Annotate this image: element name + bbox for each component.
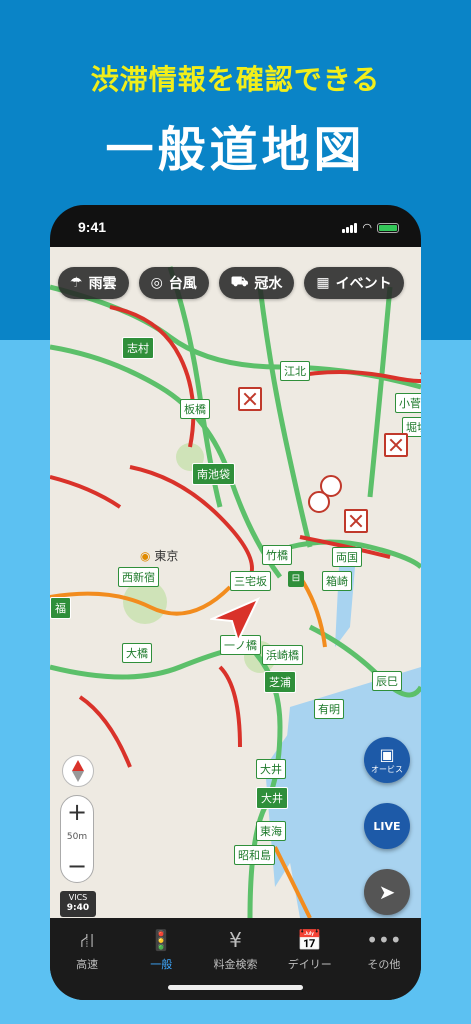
map-label-ariake[interactable]: 有明 <box>314 699 344 719</box>
typhoon-icon: ◎ <box>150 275 163 291</box>
road-closure-icon[interactable] <box>238 387 262 411</box>
zoom-in-button[interactable]: + <box>61 796 93 828</box>
live-label: LIVE <box>373 819 401 833</box>
chip-event[interactable]: ▦ イベント <box>304 267 404 299</box>
home-indicator <box>168 985 303 990</box>
map-label-kosuge[interactable]: 小菅 <box>395 393 421 413</box>
compass-icon[interactable] <box>62 755 94 787</box>
road-closure-icon[interactable] <box>344 509 368 533</box>
zoom-control: + 50m − <box>60 795 94 883</box>
calendar-icon: ▦ <box>316 275 330 291</box>
map-label-tokyo-text: 東京 <box>154 549 179 563</box>
tab-label: 高速 <box>76 958 99 971</box>
chip-label: イベント <box>335 276 392 292</box>
promo-subtitle: 渋滞情報を確認できる <box>90 63 381 96</box>
vics-badge: VICS 9:40 <box>60 891 96 917</box>
orbis-label: オービス <box>371 765 403 774</box>
map-label-takebashi[interactable]: 竹橋 <box>262 545 292 565</box>
map-label-tokai[interactable]: 東海 <box>256 821 286 841</box>
map-label-ikebukuro[interactable]: 南池袋 <box>192 463 235 485</box>
status-bar: 9:41 ◠ <box>50 205 421 247</box>
map-label-oi2[interactable]: 大井 <box>256 787 288 809</box>
more-icon: ••• <box>366 928 402 952</box>
chip-rain-cloud[interactable]: ☂ 雨雲 <box>58 267 129 299</box>
camera-icon: ▣ <box>379 745 395 764</box>
map-label-tokyo[interactable]: ◉ 東京 <box>140 547 178 564</box>
map-label-oi1[interactable]: 大井 <box>256 759 286 779</box>
flood-car-icon: ⛟ <box>230 274 249 290</box>
navigation-arrow-icon: ➤ <box>378 880 396 904</box>
chip-label: 台風 <box>168 276 197 292</box>
map-label-tatsumi[interactable]: 辰巳 <box>372 671 402 691</box>
tab-more[interactable]: ••• その他 <box>347 918 421 1000</box>
vics-update-time: 9:40 <box>66 903 90 913</box>
orbis-camera-button[interactable]: ▣ オービス <box>364 737 410 783</box>
map-label-ryogoku[interactable]: 両国 <box>332 547 362 567</box>
traffic-light-icon: 🚦 <box>148 928 174 952</box>
map-label-itabashi[interactable]: 板橋 <box>180 399 210 419</box>
wifi-icon: ◠ <box>362 222 372 234</box>
map-label-ohashi[interactable]: 大橋 <box>122 643 152 663</box>
calendar-clock-icon: 📅 <box>297 928 323 952</box>
map-label-sanzaka[interactable]: 三宅坂 <box>230 571 271 591</box>
chip-label: 冠水 <box>254 276 283 292</box>
tab-label: デイリー <box>287 958 332 971</box>
no-entry-icon[interactable] <box>308 491 330 513</box>
vics-brand: VICS <box>68 893 88 902</box>
status-icons: ◠ <box>342 221 399 234</box>
rain-cloud-icon: ☂ <box>70 275 83 291</box>
yen-icon: ¥ <box>229 928 242 952</box>
chip-flood[interactable]: ⛟ 冠水 <box>218 267 295 299</box>
station-marker-icon: ◉ <box>140 549 151 563</box>
map-scale-label: 50m <box>66 832 88 842</box>
road-closure-icon[interactable] <box>384 433 408 457</box>
battery-icon <box>377 222 399 233</box>
map-label-fuku[interactable]: 福 <box>50 597 71 619</box>
map-label-koto[interactable]: 江北 <box>280 361 310 381</box>
map-label-shibaura[interactable]: 芝浦 <box>264 671 296 693</box>
map-label-shimura[interactable]: 志村 <box>122 337 154 359</box>
chip-label: 雨雲 <box>88 276 117 292</box>
status-time: 9:41 <box>78 219 107 235</box>
map-label-nishishinjuku[interactable]: 西新宿 <box>118 567 159 587</box>
rail-station-icon: ⊟ <box>288 571 304 587</box>
map-label-hakozaki[interactable]: 箱崎 <box>322 571 352 591</box>
promo-title: 一般道地図 <box>105 122 366 178</box>
current-location-arrow-icon <box>210 597 260 643</box>
tab-highway[interactable]: ⛙ 高速 <box>50 918 124 1000</box>
zoom-out-button[interactable]: − <box>61 850 93 882</box>
signal-icon <box>342 222 358 233</box>
map-label-hamazakibashi[interactable]: 浜崎橋 <box>262 645 303 665</box>
live-camera-button[interactable]: LIVE <box>364 803 410 849</box>
tab-label: 料金検索 <box>213 958 258 971</box>
weather-chip-bar: ☂ 雨雲 ◎ 台風 ⛟ 冠水 ▦ イベント <box>58 267 404 299</box>
phone-frame: 9:41 ◠ ☂ 雨雲 ◎ 台風 ⛟ 冠水 ▦ イベント 志村 板橋 江北 小菅… <box>50 205 421 1000</box>
traffic-map[interactable]: ☂ 雨雲 ◎ 台風 ⛟ 冠水 ▦ イベント 志村 板橋 江北 小菅 堀切 南池袋… <box>50 247 421 918</box>
map-label-showajima[interactable]: 昭和島 <box>234 845 275 865</box>
chip-typhoon[interactable]: ◎ 台風 <box>138 267 209 299</box>
highway-icon: ⛙ <box>80 928 95 952</box>
tab-label: その他 <box>367 958 401 971</box>
tab-label: 一般 <box>150 958 173 971</box>
my-location-button[interactable]: ➤ <box>364 869 410 915</box>
